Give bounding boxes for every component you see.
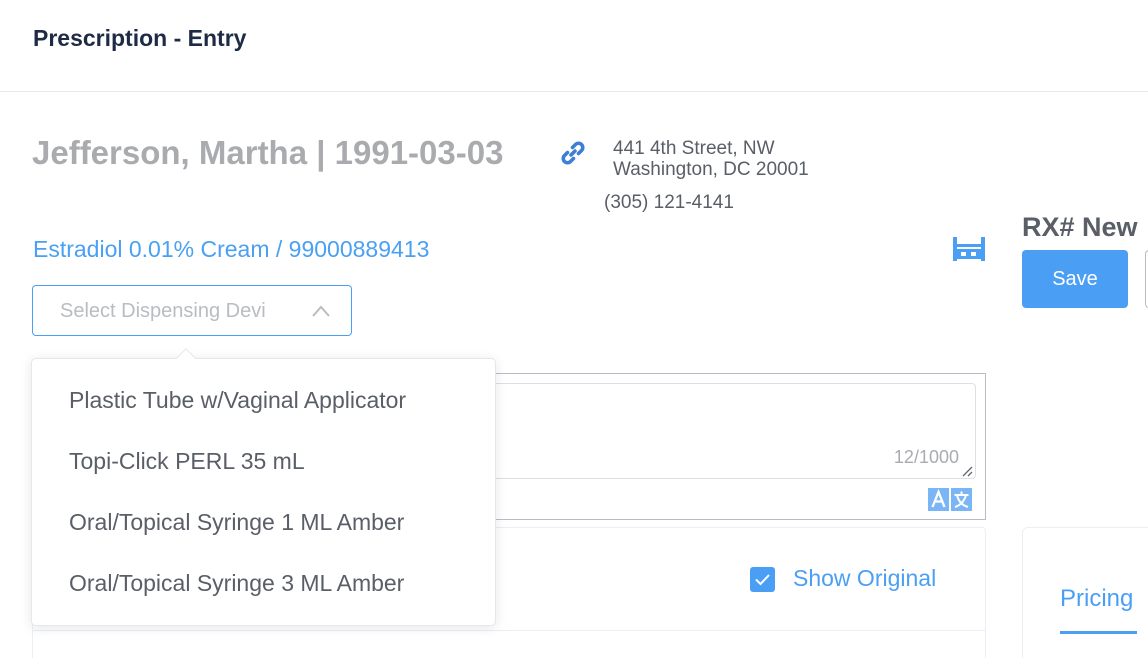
drug-link[interactable]: Estradiol 0.01% Cream / 99000889413 (33, 236, 429, 263)
dropdown-option[interactable]: Plastic Tube w/Vaginal Applicator (69, 387, 406, 414)
side-panel: Pricing (1022, 527, 1148, 658)
dropdown-option[interactable]: Topi-Click PERL 35 mL (69, 448, 305, 475)
chevron-up-icon (311, 304, 331, 318)
select-placeholder: Select Dispensing Devi (60, 300, 266, 322)
resize-grip-icon[interactable] (961, 464, 973, 477)
link-icon[interactable] (559, 139, 587, 167)
patient-address: 441 4th Street, NW Washington, DC 20001 (613, 138, 809, 180)
dispensing-device-select[interactable]: Select Dispensing Devi (32, 285, 352, 336)
translate-icon[interactable] (928, 488, 972, 511)
dropdown-arrow (176, 348, 196, 368)
dropdown-option[interactable]: Oral/Topical Syringe 1 ML Amber (69, 509, 404, 536)
dispensing-device-icon[interactable] (951, 235, 987, 263)
dispensing-device-dropdown: Plastic Tube w/Vaginal Applicator Topi-C… (31, 348, 496, 626)
rx-number-label: RX# New (1022, 212, 1138, 242)
tab-pricing[interactable]: Pricing (1060, 585, 1133, 613)
patient-phone: (305) 121-4141 (604, 192, 734, 213)
tab-active-indicator (1060, 631, 1137, 634)
address-line-2: Washington, DC 20001 (613, 159, 809, 180)
address-line-1: 441 4th Street, NW (613, 138, 775, 159)
dropdown-option[interactable]: Oral/Topical Syringe 3 ML Amber (69, 570, 404, 597)
card-divider (33, 630, 985, 631)
page-title: Prescription - Entry (33, 25, 247, 51)
char-count: 12/1000 (893, 447, 959, 467)
show-original-label[interactable]: Show Original (793, 565, 936, 592)
save-button[interactable]: Save (1022, 250, 1128, 308)
show-original-checkbox[interactable] (750, 567, 775, 592)
patient-name: Jefferson, Martha | 1991-03-03 (32, 134, 504, 171)
page-header: Prescription - Entry (0, 0, 1148, 92)
